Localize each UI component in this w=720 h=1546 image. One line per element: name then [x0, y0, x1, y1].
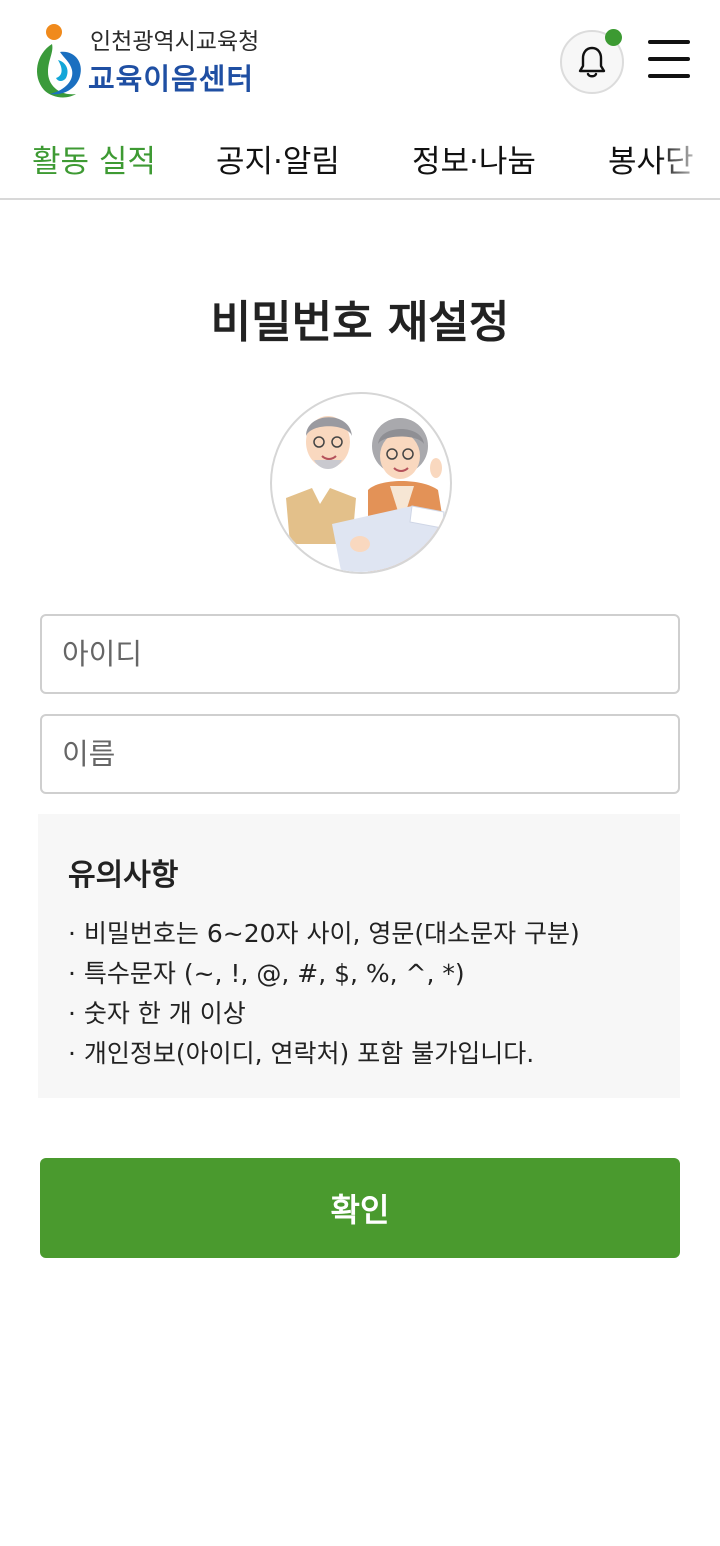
header: 인천광역시교육청 교육이음센터 [0, 0, 720, 120]
page-title: 비밀번호 재설정 [210, 297, 510, 348]
hamburger-menu-icon [648, 40, 690, 44]
notice-box: 유의사항 · 비밀번호는 6~20자 사이, 영문(대소문자 구분) · 특수문… [38, 814, 680, 1098]
logo-center-name: 교육이음센터 [88, 62, 255, 96]
id-input[interactable] [42, 616, 678, 692]
logo-emblem-icon [37, 24, 81, 98]
logo[interactable]: 인천광역시교육청 교육이음센터 [30, 20, 290, 104]
nav-tabs: 활동 실적 공지·알림 정보·나눔 봉사단 [0, 128, 720, 200]
logo-org-name: 인천광역시교육청 [90, 29, 260, 55]
seniors-illustration [270, 392, 452, 574]
name-input[interactable] [42, 716, 678, 792]
notice-item: · 개인정보(아이디, 연락처) 포함 불가입니다. [68, 1039, 535, 1068]
tab-notice[interactable]: 공지·알림 [216, 136, 340, 181]
name-field[interactable] [40, 714, 680, 794]
tab-info-sharing[interactable]: 정보·나눔 [412, 136, 536, 181]
id-field[interactable] [40, 614, 680, 694]
notice-item: · 비밀번호는 6~20자 사이, 영문(대소문자 구분) [68, 919, 580, 948]
confirm-button[interactable]: 확인 [40, 1158, 680, 1258]
notice-item: · 특수문자 (~, !, @, #, $, %, ^, *) [68, 959, 465, 988]
menu-button[interactable] [648, 40, 692, 82]
tab-activity-record[interactable]: 활동 실적 [32, 136, 156, 181]
notification-badge [605, 29, 622, 46]
notice-item: · 숫자 한 개 이상 [68, 999, 246, 1028]
bell-icon [578, 46, 606, 78]
notice-title: 유의사항 [68, 858, 179, 893]
